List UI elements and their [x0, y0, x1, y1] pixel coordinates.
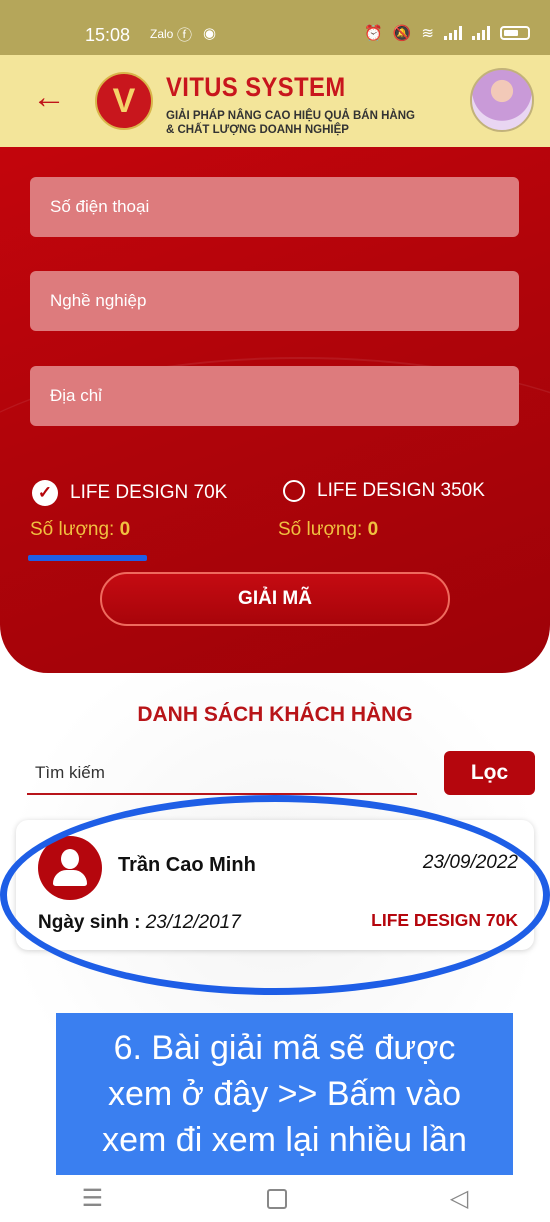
arrow-left-icon[interactable]: ←: [32, 77, 66, 117]
brand-tagline: GIẢI PHÁP NÂNG CAO HIỆU QUẢ BÁN HÀNG & C…: [166, 109, 415, 137]
vitus-logo: V: [95, 72, 153, 130]
check-circle-icon: ✓: [32, 480, 58, 506]
status-icons: ⏰ 🔕 ≋: [364, 24, 530, 42]
quantity-label: Số lượng:: [30, 519, 115, 540]
search-placeholder: Tìm kiếm: [35, 763, 105, 782]
status-time: 15:08: [85, 25, 131, 45]
address-placeholder: Địa chỉ: [50, 386, 102, 405]
home-icon[interactable]: [266, 1188, 287, 1209]
zalo-icon: Zalo: [150, 27, 174, 41]
decode-button[interactable]: GIẢI MÃ: [100, 572, 450, 626]
filter-button[interactable]: Lọc: [444, 751, 535, 795]
note-line-2: xem ở đây >> Bấm vào: [107, 1075, 461, 1113]
tagline-line-2: & CHẤT LƯỢNG DOANH NGHIỆP: [166, 124, 349, 136]
search-input[interactable]: Tìm kiếm: [27, 753, 417, 795]
quantity-value: 0: [367, 519, 379, 540]
quantity-value: 0: [119, 519, 131, 540]
customer-form-panel: Số điện thoại Nghề nghiệp Địa chỉ ✓ LIFE…: [0, 147, 550, 673]
list-title: DANH SÁCH KHÁCH HÀNG: [137, 703, 413, 726]
battery-icon: [500, 26, 530, 40]
package-option-350k[interactable]: LIFE DESIGN 350K: [283, 480, 485, 502]
package-label: LIFE DESIGN 70K: [70, 482, 228, 503]
job-field[interactable]: Nghề nghiệp: [30, 271, 519, 331]
messenger-icon: ◉: [203, 25, 217, 42]
quantity-label: Số lượng:: [278, 519, 363, 540]
annotation-ellipse: [0, 795, 550, 995]
tagline-line-1: GIẢI PHÁP NÂNG CAO HIỆU QUẢ BÁN HÀNG: [166, 110, 415, 122]
facebook-icon: ⓕ: [177, 27, 193, 44]
mute-icon: 🔕: [392, 25, 412, 42]
signal-icon: [444, 26, 462, 40]
note-line-3: xem đi xem lại nhiều lần: [102, 1121, 467, 1159]
annotation-note: 6. Bài giải mã sẽ được xem ở đây >> Bấm …: [56, 1013, 513, 1175]
package-label: LIFE DESIGN 350K: [317, 480, 485, 501]
system-nav-bar: ☰ ◁: [0, 1175, 550, 1222]
alarm-icon: ⏰: [364, 25, 383, 42]
logo-glyph: V: [112, 81, 136, 120]
quantity-70k: Số lượng: 0: [30, 519, 130, 541]
quantity-350k: Số lượng: 0: [278, 519, 378, 541]
back-triangle-icon[interactable]: ◁: [450, 1184, 468, 1213]
note-line-1: 6. Bài giải mã sẽ được: [113, 1029, 456, 1067]
phone-field[interactable]: Số điện thoại: [30, 177, 519, 237]
package-option-70k[interactable]: ✓ LIFE DESIGN 70K: [32, 480, 227, 506]
status-bar: 15:08 Zalo ⓕ ◉ ⏰ 🔕 ≋: [0, 0, 550, 55]
app-header: ← V VITUS SYSTEM GIẢI PHÁP NÂNG CAO HIỆU…: [0, 55, 550, 147]
job-placeholder: Nghề nghiệp: [50, 291, 147, 310]
brand-name: VITUS SYSTEM: [166, 72, 346, 102]
annotation-underline: [28, 555, 147, 561]
address-field[interactable]: Địa chỉ: [30, 366, 519, 426]
phone-placeholder: Số điện thoại: [50, 197, 150, 216]
radio-empty-icon: [283, 480, 305, 502]
wifi-icon: ≋: [421, 25, 434, 42]
signal-icon: [472, 26, 490, 40]
menu-icon[interactable]: ☰: [82, 1184, 104, 1213]
user-avatar[interactable]: [470, 68, 534, 132]
